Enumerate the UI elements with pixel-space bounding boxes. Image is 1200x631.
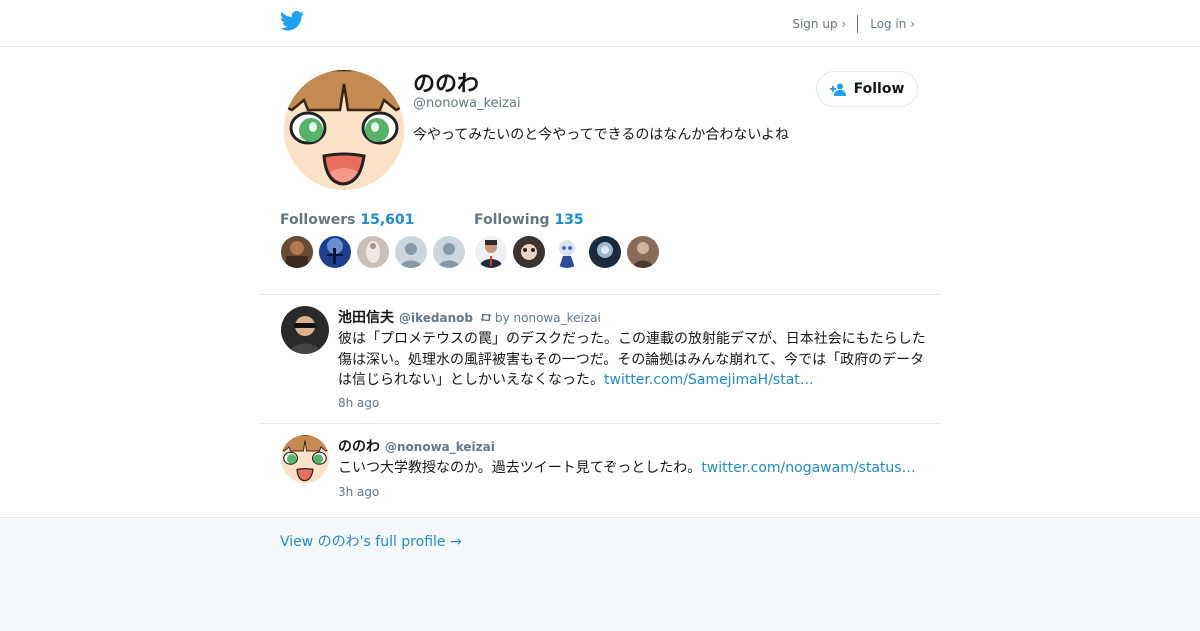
tweet-timestamp[interactable]: 3h ago [338, 485, 379, 499]
tweet-link[interactable]: twitter.com/SamejimaH/stat… [604, 372, 814, 388]
following-avatar[interactable] [551, 236, 583, 268]
tweet-author-name[interactable]: 池田信夫 [338, 307, 394, 327]
tweet-author-username[interactable]: @ikedanob [399, 311, 473, 325]
tweet-body: こいつ大学教授なのか。過去ツイート見てぞっとしたわ。 [338, 460, 702, 476]
follower-avatar-default[interactable] [395, 236, 427, 268]
tweet-author-username[interactable]: @nonowa_keizai [385, 440, 495, 454]
add-user-icon [829, 83, 846, 96]
tweet-header: 池田信夫 @ikedanob by nonowa_keizai [338, 307, 601, 327]
follow-button[interactable]: Follow [816, 71, 918, 107]
divider [260, 423, 940, 424]
following-avatar[interactable] [475, 236, 507, 268]
tweet-author-name[interactable]: ののわ [338, 436, 380, 456]
follow-label: Follow [853, 81, 905, 97]
retweet-by: by nonowa_keizai [494, 310, 601, 325]
follower-avatar[interactable] [281, 236, 313, 268]
retweet-indicator: by nonowa_keizai [480, 311, 601, 325]
followers-stat[interactable]: Followers 15,601 [280, 212, 414, 228]
following-stat[interactable]: Following 135 [474, 212, 584, 228]
profile-handle: @nonowa_keizai [413, 96, 521, 111]
auth-divider [857, 15, 859, 33]
followers-label: Followers [280, 212, 356, 228]
follower-avatar-default[interactable] [433, 236, 465, 268]
following-avatar[interactable] [589, 236, 621, 268]
follower-avatar[interactable] [319, 236, 351, 268]
tweet-text: 彼は「プロメテウスの罠」のデスクだった。この連載の放射能デマが、日本社会にもたら… [338, 329, 930, 391]
tweet-timestamp[interactable]: 8h ago [338, 396, 379, 410]
following-avatar[interactable] [627, 236, 659, 268]
top-bar: Sign up › Log in › [0, 0, 1200, 47]
follower-avatar[interactable] [357, 236, 389, 268]
tweet-text: こいつ大学教授なのか。過去ツイート見てぞっとしたわ。twitter.com/no… [338, 458, 930, 479]
following-label: Following [474, 212, 550, 228]
signup-link[interactable]: Sign up › [792, 17, 846, 31]
following-count: 135 [554, 212, 584, 228]
following-avatar[interactable] [513, 236, 545, 268]
auth-links: Sign up › Log in › [792, 15, 915, 33]
footer: View ののわ's full profile → [0, 517, 1200, 631]
profile-display-name: ののわ [413, 72, 480, 97]
view-full-profile-link[interactable]: View ののわ's full profile → [280, 531, 462, 551]
login-link[interactable]: Log in › [870, 17, 915, 31]
tweet-avatar[interactable] [281, 435, 329, 483]
twitter-bird-icon[interactable] [280, 11, 304, 31]
profile-bio: 今やってみたいのと今やってできるのはなんか合わないよね [413, 127, 790, 143]
retweet-icon [480, 313, 492, 322]
tweet-link[interactable]: twitter.com/nogawam/status… [701, 460, 915, 476]
tweet-avatar[interactable] [281, 306, 329, 354]
profile-avatar[interactable] [284, 70, 404, 190]
divider [260, 294, 940, 295]
tweet-header: ののわ @nonowa_keizai [338, 436, 495, 456]
followers-count: 15,601 [360, 212, 415, 228]
